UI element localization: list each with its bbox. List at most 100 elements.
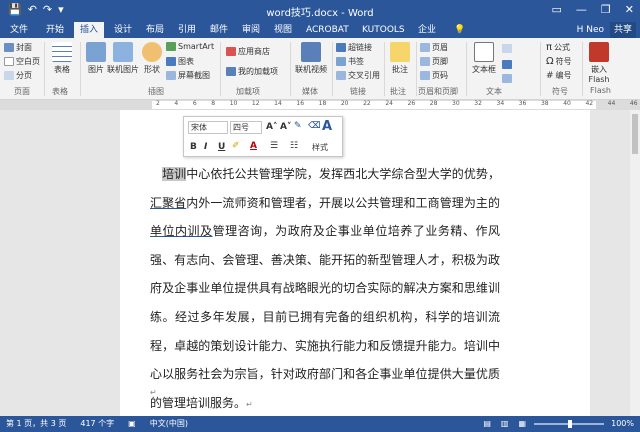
hyperlink-icon — [336, 43, 346, 52]
tab-home[interactable]: 开始 — [40, 22, 70, 38]
screenshot-button[interactable]: 屏幕截图 — [166, 70, 210, 81]
header-button[interactable]: 页眉 — [420, 42, 448, 53]
quick-parts-icon[interactable] — [502, 44, 512, 53]
online-pictures-icon — [113, 42, 133, 62]
document-paragraph[interactable]: 培训中心依托公共管理学院，发挥西北大学综合型大学的优势， 汇聚省内外一流师资和管理… — [150, 160, 500, 419]
numbering-button[interactable]: # 编号 — [546, 70, 572, 81]
user-name[interactable]: H Neo — [577, 22, 604, 38]
language[interactable]: 中文(中国) — [150, 416, 188, 432]
print-layout-icon[interactable]: ▥ — [501, 416, 509, 432]
ruler-number: 44 — [607, 100, 616, 107]
styles-icon[interactable]: A — [322, 119, 332, 134]
footer-button[interactable]: 页脚 — [420, 56, 448, 67]
paragraph-text-3: 管理咨询，为政府及企事业单位培养了业务精、作风强、有志向、会管理、善决策、能开拓… — [150, 224, 500, 410]
tab-mailings[interactable]: 邮件 — [204, 22, 234, 38]
table-button[interactable]: 表格 — [48, 42, 76, 75]
bullets-icon[interactable]: ☰ — [270, 141, 278, 151]
tab-file[interactable]: 文件 — [4, 22, 34, 38]
bookmark-button[interactable]: 书签 — [336, 56, 364, 67]
underline-button[interactable]: U — [218, 142, 225, 152]
grow-font-button[interactable]: A˄ — [266, 122, 277, 132]
cross-reference-icon — [336, 71, 346, 80]
title-bar: 💾 ↶ ↷ ▾ word技巧.docx - Word ▭ — ❐ ✕ — [0, 0, 640, 21]
restore-icon[interactable]: ❐ — [601, 3, 611, 16]
zoom-slider-knob[interactable] — [568, 420, 572, 428]
tab-enterprise[interactable]: 企业 — [412, 22, 442, 38]
cross-reference-button[interactable]: 交叉引用 — [336, 70, 380, 81]
minimize-icon[interactable]: — — [576, 3, 587, 16]
selected-text[interactable]: 培训 — [162, 167, 187, 181]
online-pictures-button[interactable]: 联机图片 — [106, 42, 140, 75]
ruler-number: 6 — [192, 100, 197, 107]
word-count[interactable]: 417 个字 — [80, 416, 114, 432]
comment-button[interactable]: 批注 — [386, 42, 414, 75]
flash-icon — [589, 42, 609, 62]
ruler-number: 14 — [274, 100, 282, 107]
clear-format-icon[interactable]: ⌫ — [308, 121, 321, 131]
share-button[interactable]: 共享 — [609, 22, 636, 38]
font-color-icon[interactable]: A — [250, 141, 257, 151]
group-label-media: 媒体 — [302, 87, 318, 96]
proofing-icon[interactable]: ▣ — [128, 416, 136, 432]
tell-me-icon[interactable]: 💡 — [448, 22, 471, 38]
textbox-icon — [474, 42, 494, 62]
cover-page-button[interactable]: 封面 — [4, 42, 32, 53]
tab-view[interactable]: 视图 — [268, 22, 298, 38]
tab-design[interactable]: 设计 — [108, 22, 138, 38]
pi-icon: π — [546, 42, 553, 53]
page-break-button[interactable]: 分页 — [4, 70, 32, 81]
my-addins-button[interactable]: 我的加载项 — [226, 66, 278, 77]
ribbon-tabs: 文件 开始 插入 设计 布局 引用 邮件 审阅 视图 ACROBAT KUTOO… — [0, 21, 640, 38]
horizontal-ruler[interactable]: 2 4 6 8 10 12 14 16 18 20 22 24 26 28 30 32 34 36 38 40 42 44… — [0, 100, 640, 110]
blank-page-button[interactable]: 空白页 — [4, 56, 40, 67]
web-layout-icon[interactable]: ▦ — [518, 416, 526, 432]
shapes-button[interactable]: 形状 — [138, 42, 166, 75]
page-count[interactable]: 第 1 页，共 3 页 — [6, 416, 66, 432]
tab-review[interactable]: 审阅 — [236, 22, 266, 38]
ruler-number: 16 — [296, 100, 305, 107]
tab-references[interactable]: 引用 — [172, 22, 202, 38]
ruler-number: 12 — [251, 100, 260, 107]
read-mode-icon[interactable]: ▤ — [483, 416, 491, 432]
textbox-button[interactable]: 文本框 — [468, 42, 500, 75]
embed-flash-button[interactable]: 嵌入Flash — [584, 42, 614, 84]
styles-label[interactable]: 样式 — [312, 142, 328, 153]
hyperlink-button[interactable]: 超链接 — [336, 42, 372, 53]
symbol-button[interactable]: Ω 符号 — [546, 56, 572, 67]
tab-acrobat[interactable]: ACROBAT — [300, 22, 355, 38]
ruler-number: 46 — [629, 100, 638, 107]
ruler-number: 2 — [156, 100, 160, 107]
underlined-text-1: 汇聚省 — [150, 195, 187, 210]
store-button[interactable]: 应用商店 — [226, 46, 270, 57]
tab-insert[interactable]: 插入 — [74, 22, 105, 38]
page-number-icon — [420, 71, 430, 80]
equation-button[interactable]: π 公式 — [546, 42, 570, 53]
group-label-illustrations: 插图 — [148, 87, 164, 96]
vertical-scrollbar[interactable] — [630, 110, 640, 416]
italic-button[interactable]: I — [204, 142, 207, 152]
ribbon-display-icon[interactable]: ▭ — [552, 3, 562, 16]
close-icon[interactable]: ✕ — [625, 3, 634, 16]
tab-layout[interactable]: 布局 — [140, 22, 170, 38]
font-name-box[interactable]: 宋体 — [188, 121, 228, 134]
scrollbar-thumb[interactable] — [632, 114, 638, 154]
zoom-level[interactable]: 100% — [611, 416, 634, 432]
drop-cap-icon[interactable] — [502, 74, 512, 83]
format-painter-icon[interactable]: ✎ — [294, 121, 302, 131]
smartart-button[interactable]: SmartArt — [166, 42, 214, 51]
online-video-button[interactable]: 联机视频 — [292, 42, 330, 75]
page-number-button[interactable]: 页码 — [420, 70, 448, 81]
ruler-number: 26 — [407, 100, 416, 107]
font-size-box[interactable]: 四号 — [230, 121, 262, 134]
underlined-text-2: 单位内训及 — [150, 224, 213, 239]
highlight-icon[interactable]: ✐ — [232, 141, 240, 151]
footer-icon — [420, 57, 430, 66]
group-label-symbols: 符号 — [552, 87, 568, 96]
wordart-icon[interactable] — [502, 60, 512, 69]
numbering-list-icon[interactable]: ☷ — [290, 141, 298, 151]
shrink-font-button[interactable]: A˅ — [280, 122, 291, 132]
bold-button[interactable]: B — [190, 142, 197, 152]
pictures-icon — [86, 42, 106, 62]
tab-kutools[interactable]: KUTOOLS — [356, 22, 411, 38]
chart-button[interactable]: 图表 — [166, 56, 194, 67]
